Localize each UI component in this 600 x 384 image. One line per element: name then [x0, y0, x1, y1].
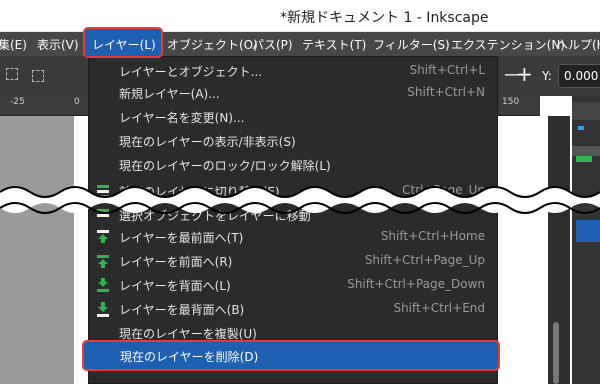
app-window: *新規ドキュメント 1 - Inkscape 集(E) 表示(V) オブジェクト…	[0, 0, 600, 384]
increase-button[interactable]: +	[516, 62, 533, 86]
ruler-tick-label: 150	[502, 97, 520, 107]
menu-path[interactable]: パス(P)	[252, 36, 293, 53]
menu-view[interactable]: 表示(V)	[37, 36, 79, 53]
ruler-tick-label: 0	[74, 97, 80, 107]
layer-icon	[576, 156, 592, 162]
panel-toolbar	[572, 146, 600, 156]
window-title: *新規ドキュメント 1 - Inkscape	[280, 10, 489, 26]
menu-filters[interactable]: フィルター(S)	[373, 36, 450, 53]
layer-to-bottom-icon	[95, 300, 111, 318]
menu-help[interactable]: ヘルプ(H	[556, 36, 600, 53]
break-line	[0, 186, 600, 214]
select-in-all-layers-icon[interactable]	[32, 70, 44, 82]
menu-item-delete-layer[interactable]: 現在のレイヤーを削除(D)	[82, 340, 500, 371]
menu-text[interactable]: テキスト(T)	[302, 36, 366, 53]
y-coordinate-field[interactable]: 0.000	[558, 64, 600, 88]
layer-dropdown-menu: レイヤーとオブジェクト... Shift+Ctrl+L 新規レイヤー(A)...…	[88, 56, 498, 384]
menu-item-new-layer[interactable]: 新規レイヤー(A)... Shift+Ctrl+N	[89, 81, 497, 105]
panel-tab-icon[interactable]	[578, 126, 584, 130]
menu-extensions[interactable]: エクステンション(N)	[451, 36, 565, 53]
menu-layer[interactable]: レイヤー(L)	[83, 27, 163, 58]
menu-item-layer-raise[interactable]: レイヤーを前面へ(R) Shift+Ctrl+Page_Up	[89, 249, 497, 273]
layer-to-top-icon	[95, 228, 111, 246]
y-label: Y:	[542, 69, 552, 83]
ruler-tick-label: -25	[10, 97, 25, 107]
scrollbar-thumb[interactable]	[553, 322, 559, 384]
menu-item-rename-layer[interactable]: レイヤー名を変更(N)...	[89, 105, 497, 129]
menu-item-layers-and-objects[interactable]: レイヤーとオブジェクト... Shift+Ctrl+L	[89, 59, 497, 83]
menu-item-toggle-lock[interactable]: 現在のレイヤーのロック/ロック解除(L)	[89, 153, 497, 177]
menu-object[interactable]: オブジェクト(O)	[167, 36, 258, 53]
menu-item-layer-to-top[interactable]: レイヤーを最前面へ(T) Shift+Ctrl+Home	[89, 225, 497, 249]
dock-panel	[572, 96, 600, 384]
menu-item-toggle-visibility[interactable]: 現在のレイヤーの表示/非表示(S)	[89, 129, 497, 153]
zoom-icon[interactable]	[572, 102, 600, 120]
layer-lower-icon	[95, 276, 111, 294]
menu-edit[interactable]: 集(E)	[0, 36, 27, 53]
select-all-icon[interactable]	[6, 68, 18, 80]
canvas-background	[0, 116, 74, 384]
vertical-scrollbar[interactable]	[548, 116, 570, 384]
selected-layer-row[interactable]	[576, 220, 600, 242]
menu-item-layer-to-bottom[interactable]: レイヤーを最背面へ(B) Shift+Ctrl+End	[89, 297, 497, 321]
menu-item-layer-lower[interactable]: レイヤーを背面へ(L) Shift+Ctrl+Page_Down	[89, 273, 497, 297]
layer-raise-icon	[95, 252, 111, 270]
